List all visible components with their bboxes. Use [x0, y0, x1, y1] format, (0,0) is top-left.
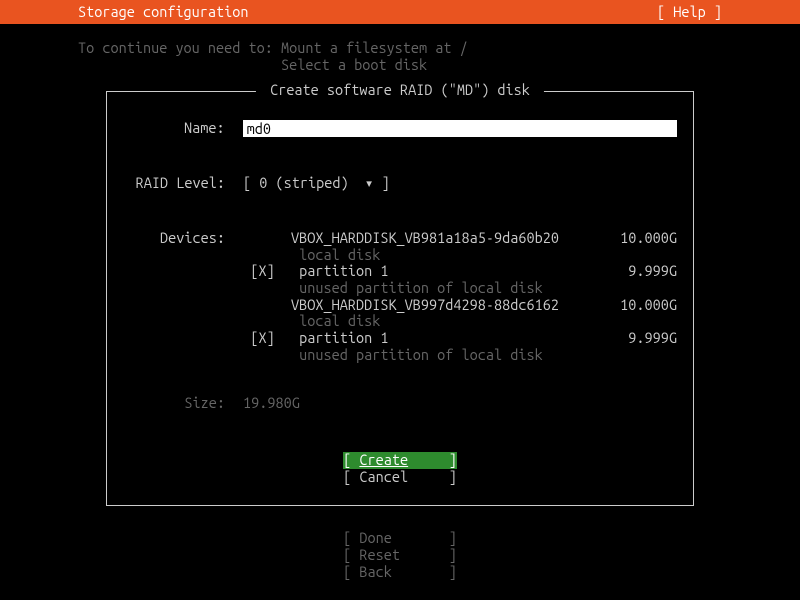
devices-column: VBOX_HARDDISK_VB981a18a5-9da60b20 10.000…	[243, 230, 677, 363]
partition-name: partition 1	[299, 329, 388, 346]
disk-size: 10.000G	[607, 230, 677, 247]
device-part-sub: unused partition of local disk	[243, 347, 677, 364]
partition-checkbox[interactable]: [X]	[243, 263, 291, 280]
name-row: Name:	[123, 120, 677, 137]
partition-checkbox[interactable]: [X]	[243, 330, 291, 347]
partition-name: partition 1	[299, 262, 388, 279]
header-title: Storage configuration	[78, 4, 249, 21]
disk-sub-text: local disk	[299, 246, 380, 263]
dialog-buttons: [ Create ] [ Cancel ]	[123, 452, 677, 485]
name-input[interactable]	[243, 120, 677, 137]
cancel-button[interactable]: [ Cancel ]	[343, 469, 457, 486]
device-part-sub: unused partition of local disk	[243, 280, 677, 297]
back-button[interactable]: [ Back ]	[343, 564, 457, 581]
disk-size: 10.000G	[607, 297, 677, 314]
create-raid-dialog: Create software RAID ("MD") disk Name: R…	[106, 91, 694, 506]
partition-size: 9.999G	[607, 330, 677, 347]
hint-line2: Select a boot disk	[281, 56, 427, 73]
disk-name: VBOX_HARDDISK_VB997d4298-88dc6162	[291, 297, 607, 314]
device-partition[interactable]: [X] partition 1 9.999G	[243, 263, 677, 280]
size-value: 19.980G	[243, 395, 300, 412]
size-row: Size: 19.980G	[123, 395, 677, 412]
footer-buttons: [ Done ] [ Reset ] [ Back ]	[0, 530, 800, 580]
hint-line1: Mount a filesystem at /	[281, 39, 468, 56]
device-disk: VBOX_HARDDISK_VB981a18a5-9da60b20 10.000…	[243, 230, 677, 247]
header-bar: Storage configuration [ Help ]	[0, 0, 800, 24]
device-partition[interactable]: [X] partition 1 9.999G	[243, 330, 677, 347]
part-sub-text: unused partition of local disk	[299, 279, 543, 296]
devices-label: Devices:	[123, 230, 229, 363]
device-disk-sub: local disk	[243, 247, 677, 264]
partition-size: 9.999G	[607, 263, 677, 280]
disk-name: VBOX_HARDDISK_VB981a18a5-9da60b20	[291, 230, 607, 247]
dialog-title: Create software RAID ("MD") disk	[256, 82, 544, 99]
hint-prefix: To continue you need to:	[78, 39, 281, 56]
devices-block: Devices: VBOX_HARDDISK_VB981a18a5-9da60b…	[123, 230, 677, 363]
hint-block: To continue you need to: Mount a filesys…	[0, 24, 800, 73]
disk-sub-text: local disk	[299, 312, 380, 329]
raid-level-select[interactable]: [ 0 (striped) ▾ ]	[243, 175, 390, 192]
create-button[interactable]: [ Create ]	[343, 452, 457, 469]
part-sub-text: unused partition of local disk	[299, 346, 543, 363]
content-area: To continue you need to: Mount a filesys…	[0, 24, 800, 580]
device-disk: VBOX_HARDDISK_VB997d4298-88dc6162 10.000…	[243, 297, 677, 314]
done-button[interactable]: [ Done ]	[343, 530, 457, 547]
reset-button[interactable]: [ Reset ]	[343, 547, 457, 564]
raid-level-label: RAID Level:	[123, 175, 229, 192]
device-disk-sub: local disk	[243, 313, 677, 330]
help-button[interactable]: [ Help ]	[657, 4, 722, 21]
size-label: Size:	[123, 395, 229, 412]
raid-level-row: RAID Level: [ 0 (striped) ▾ ]	[123, 175, 677, 192]
name-label: Name:	[123, 120, 229, 137]
